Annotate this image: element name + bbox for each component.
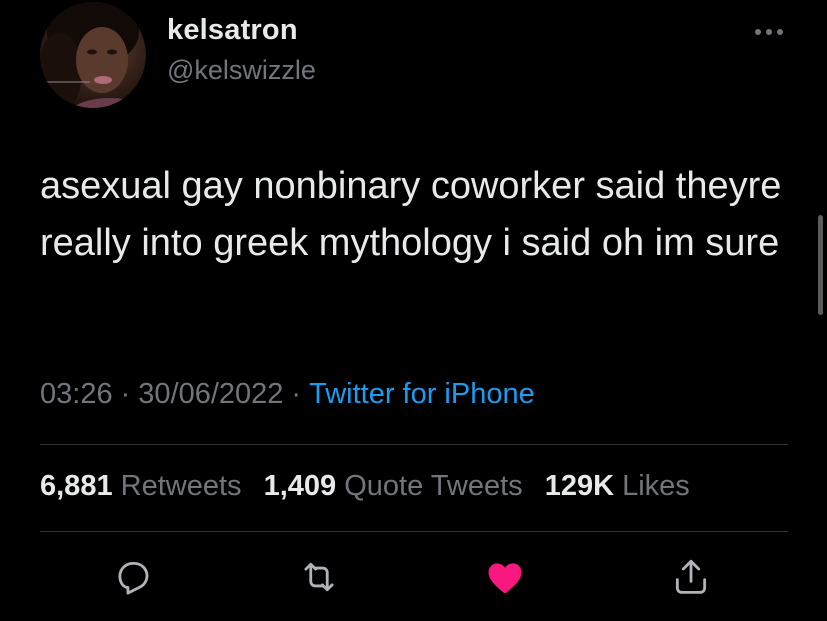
likes-label: Likes bbox=[622, 470, 690, 502]
quote-tweets-stat[interactable]: 1,409 Quote Tweets bbox=[264, 470, 523, 502]
reply-icon bbox=[118, 561, 149, 595]
likes-stat[interactable]: 129K Likes bbox=[545, 470, 690, 502]
engagement-stats: 6,881 Retweets 1,409 Quote Tweets 129K L… bbox=[40, 470, 704, 503]
retweets-count: 6,881 bbox=[40, 470, 113, 502]
tweet-detail: kelsatron @kelswizzle asexual gay nonbin… bbox=[0, 0, 827, 621]
user-handle[interactable]: @kelswizzle bbox=[167, 55, 316, 86]
tweet-source-link[interactable]: Twitter for iPhone bbox=[309, 378, 535, 410]
display-name[interactable]: kelsatron bbox=[167, 14, 298, 47]
divider bbox=[40, 531, 788, 532]
meta-separator: · bbox=[120, 378, 131, 410]
retweet-icon bbox=[304, 562, 334, 592]
share-button[interactable] bbox=[670, 556, 712, 598]
retweets-label: Retweets bbox=[120, 470, 242, 502]
retweets-stat[interactable]: 6,881 Retweets bbox=[40, 470, 242, 502]
quote-tweets-count: 1,409 bbox=[263, 470, 337, 502]
like-button[interactable] bbox=[484, 556, 526, 598]
quote-tweets-label: Quote Tweets bbox=[344, 470, 523, 502]
avatar[interactable] bbox=[40, 2, 146, 108]
tweet-time[interactable]: 03:26 bbox=[40, 378, 113, 410]
divider bbox=[40, 444, 788, 445]
tweet-meta: 03:26 · 30/06/2022 · Twitter for iPhone bbox=[40, 378, 535, 411]
more-horizontal-icon[interactable] bbox=[752, 22, 786, 42]
tweet-text: asexual gay nonbinary coworker said they… bbox=[40, 165, 782, 264]
meta-separator: · bbox=[291, 378, 302, 410]
heart-icon bbox=[488, 563, 522, 594]
tweet-date[interactable]: 30/06/2022 bbox=[138, 378, 283, 410]
retweet-button[interactable] bbox=[298, 556, 340, 598]
reply-button[interactable] bbox=[112, 556, 154, 598]
share-icon bbox=[675, 559, 707, 594]
likes-count: 129K bbox=[544, 470, 615, 502]
scrollbar[interactable] bbox=[818, 215, 823, 315]
